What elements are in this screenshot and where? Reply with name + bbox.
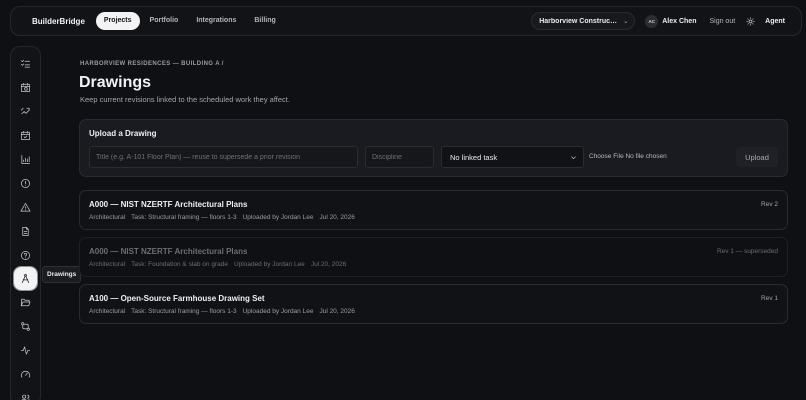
tab-integrations[interactable]: Integrations: [188, 12, 244, 30]
drawing-row-superseded[interactable]: A000 — NIST NZERTF Architectural Plans A…: [79, 237, 788, 277]
drawing-revision: Rev 2: [761, 201, 778, 208]
drawing-date: Jul 20, 2026: [310, 261, 347, 268]
agent-button[interactable]: Agent: [765, 18, 785, 25]
discipline-input[interactable]: [365, 146, 434, 168]
folder-open-icon[interactable]: [14, 291, 37, 314]
file-chooser[interactable]: Choose File No file chosen: [589, 153, 667, 160]
upload-card-title: Upload a Drawing: [89, 129, 157, 138]
gauge-icon[interactable]: [14, 363, 37, 386]
swap-icon[interactable]: [14, 315, 37, 338]
drawing-revision: Rev 1: [761, 295, 778, 302]
drawing-date: Jul 20, 2026: [319, 308, 355, 315]
page-title: Drawings: [79, 74, 152, 91]
warning-triangle-icon[interactable]: [14, 196, 37, 219]
tab-billing[interactable]: Billing: [246, 12, 283, 30]
tab-portfolio[interactable]: Portfolio: [142, 12, 187, 30]
top-nav-bar: BuilderBridge Projects Portfolio Integra…: [10, 6, 802, 36]
drawing-meta: Architectural Task: Structural framing —…: [89, 214, 355, 221]
list-checks-icon[interactable]: [14, 52, 37, 75]
organization-selector-label: Harborview Constructi...: [539, 17, 620, 25]
drawing-uploader: Uploaded by Jordan Lee: [242, 308, 314, 315]
user-name: Alex Chen: [662, 17, 697, 25]
drawing-discipline: Architectural: [89, 308, 126, 315]
document-icon[interactable]: [14, 220, 37, 243]
calendar-clock-icon[interactable]: [14, 76, 37, 99]
chevron-down-icon: [571, 155, 576, 159]
drawing-task: Task: Structural framing — floors 1-3: [131, 308, 237, 315]
linked-task-select[interactable]: No linked task: [441, 146, 584, 168]
drawing-title-input[interactable]: [89, 146, 358, 168]
chevron-down-icon: ⌄: [623, 18, 629, 25]
drawing-discipline: Architectural: [89, 214, 126, 221]
help-circle-icon[interactable]: [14, 244, 37, 267]
drawing-title: A000 — NIST NZERTF Architectural Plans: [89, 247, 248, 256]
linked-task-select-value: No linked task: [450, 152, 498, 162]
drawing-row[interactable]: A000 — NIST NZERTF Architectural Plans A…: [79, 190, 788, 230]
sidebar-rail: [10, 46, 41, 400]
chart-bars-icon[interactable]: [14, 148, 37, 171]
breadcrumb[interactable]: HARBORVIEW RESIDENCES — BUILDING A /: [80, 61, 224, 67]
rail-tooltip: Drawings: [42, 266, 82, 283]
tab-projects[interactable]: Projects: [95, 12, 140, 30]
drawing-meta: Architectural Task: Foundation & slab on…: [89, 261, 346, 268]
drawing-title: A000 — NIST NZERTF Architectural Plans: [89, 200, 248, 209]
drafting-compass-icon[interactable]: [13, 266, 38, 291]
drawing-task: Task: Foundation & slab on grade: [131, 261, 228, 268]
sun-icon[interactable]: [745, 16, 755, 26]
drawing-discipline: Architectural: [89, 261, 126, 268]
calendar-check-icon[interactable]: [14, 124, 37, 147]
drawing-uploader: Uploaded by Jordan Lee: [233, 261, 305, 268]
sign-out-link[interactable]: Sign out: [709, 18, 735, 25]
users-icon[interactable]: [14, 387, 37, 400]
brand-logo[interactable]: BuilderBridge: [32, 17, 85, 26]
drawing-uploader: Uploaded by Jordan Lee: [242, 214, 314, 221]
organization-selector[interactable]: Harborview Constructi... ⌄: [531, 12, 636, 30]
alert-circle-icon[interactable]: [14, 172, 37, 195]
drawing-task: Task: Structural framing — floors 1-3: [131, 214, 237, 221]
drawing-date: Jul 20, 2026: [319, 214, 355, 221]
drawing-title: A100 — Open-Source Farmhouse Drawing Set: [89, 294, 265, 303]
drawing-row[interactable]: A100 — Open-Source Farmhouse Drawing Set…: [79, 284, 788, 324]
upload-drawing-card: Upload a Drawing No linked task Choose F…: [79, 119, 788, 177]
route-icon[interactable]: [14, 100, 37, 123]
drawing-meta: Architectural Task: Structural framing —…: [89, 308, 355, 315]
upload-button[interactable]: Upload: [736, 147, 778, 167]
activity-icon[interactable]: [14, 339, 37, 362]
drawing-revision: Rev 1 — superseded: [716, 248, 778, 255]
avatar[interactable]: AC: [645, 14, 659, 28]
page-subtitle: Keep current revisions linked to the sch…: [80, 95, 290, 104]
